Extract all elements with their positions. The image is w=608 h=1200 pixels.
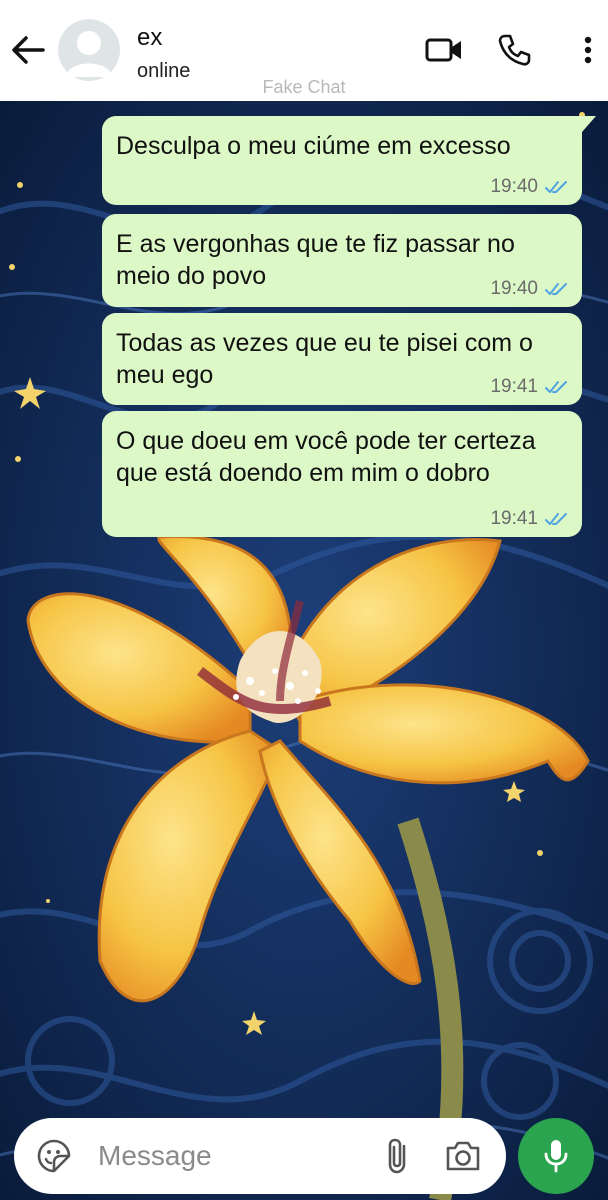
message-bubble[interactable]: Desculpa o meu ciúme em excesso 19:40 [102,116,596,205]
message-bubble[interactable]: E as vergonhas que te fiz passar no meio… [102,214,582,307]
camera-icon [446,1141,480,1171]
back-arrow-icon [12,36,45,64]
message-meta: 19:41 [490,508,570,530]
back-button[interactable] [8,30,48,70]
message-text: O que doeu em você pode ter certeza que … [116,427,536,487]
message-time: 19:40 [490,176,538,197]
message-meta: 19:40 [490,176,570,198]
read-ticks-icon [545,513,567,525]
microphone-icon [544,1140,568,1173]
emoji-sticker-icon [37,1139,71,1173]
message-input[interactable] [98,1136,358,1176]
video-call-button[interactable] [424,30,464,70]
message-text: Desculpa o meu ciúme em excesso [116,132,511,160]
more-options-icon [584,36,592,64]
message-meta: 19:41 [490,376,570,398]
message-time: 19:40 [490,278,538,299]
read-ticks-icon [545,283,567,295]
video-call-icon [425,38,461,62]
contact-avatar[interactable] [58,19,120,81]
paperclip-icon [388,1138,406,1174]
avatar-placeholder-icon [66,31,112,77]
message-time: 19:41 [490,508,538,529]
read-ticks-icon [545,381,567,393]
bubble-tail [582,116,596,132]
read-ticks-icon [545,181,567,193]
voice-call-button[interactable] [494,30,534,70]
attach-button[interactable] [382,1136,414,1176]
contact-name[interactable]: ex [137,24,162,52]
phone-call-icon [498,34,531,66]
more-options-button[interactable] [568,30,608,70]
voice-message-button[interactable] [518,1118,594,1194]
message-bubble[interactable]: Todas as vezes que eu te pisei com o meu… [102,313,582,405]
message-composer [14,1118,506,1194]
watermark-label: Fake Chat [262,77,346,97]
camera-button[interactable] [444,1138,482,1174]
emoji-button[interactable] [36,1138,72,1174]
message-time: 19:41 [490,376,538,397]
message-meta: 19:40 [490,278,570,300]
message-bubble[interactable]: O que doeu em você pode ter certeza que … [102,411,582,537]
